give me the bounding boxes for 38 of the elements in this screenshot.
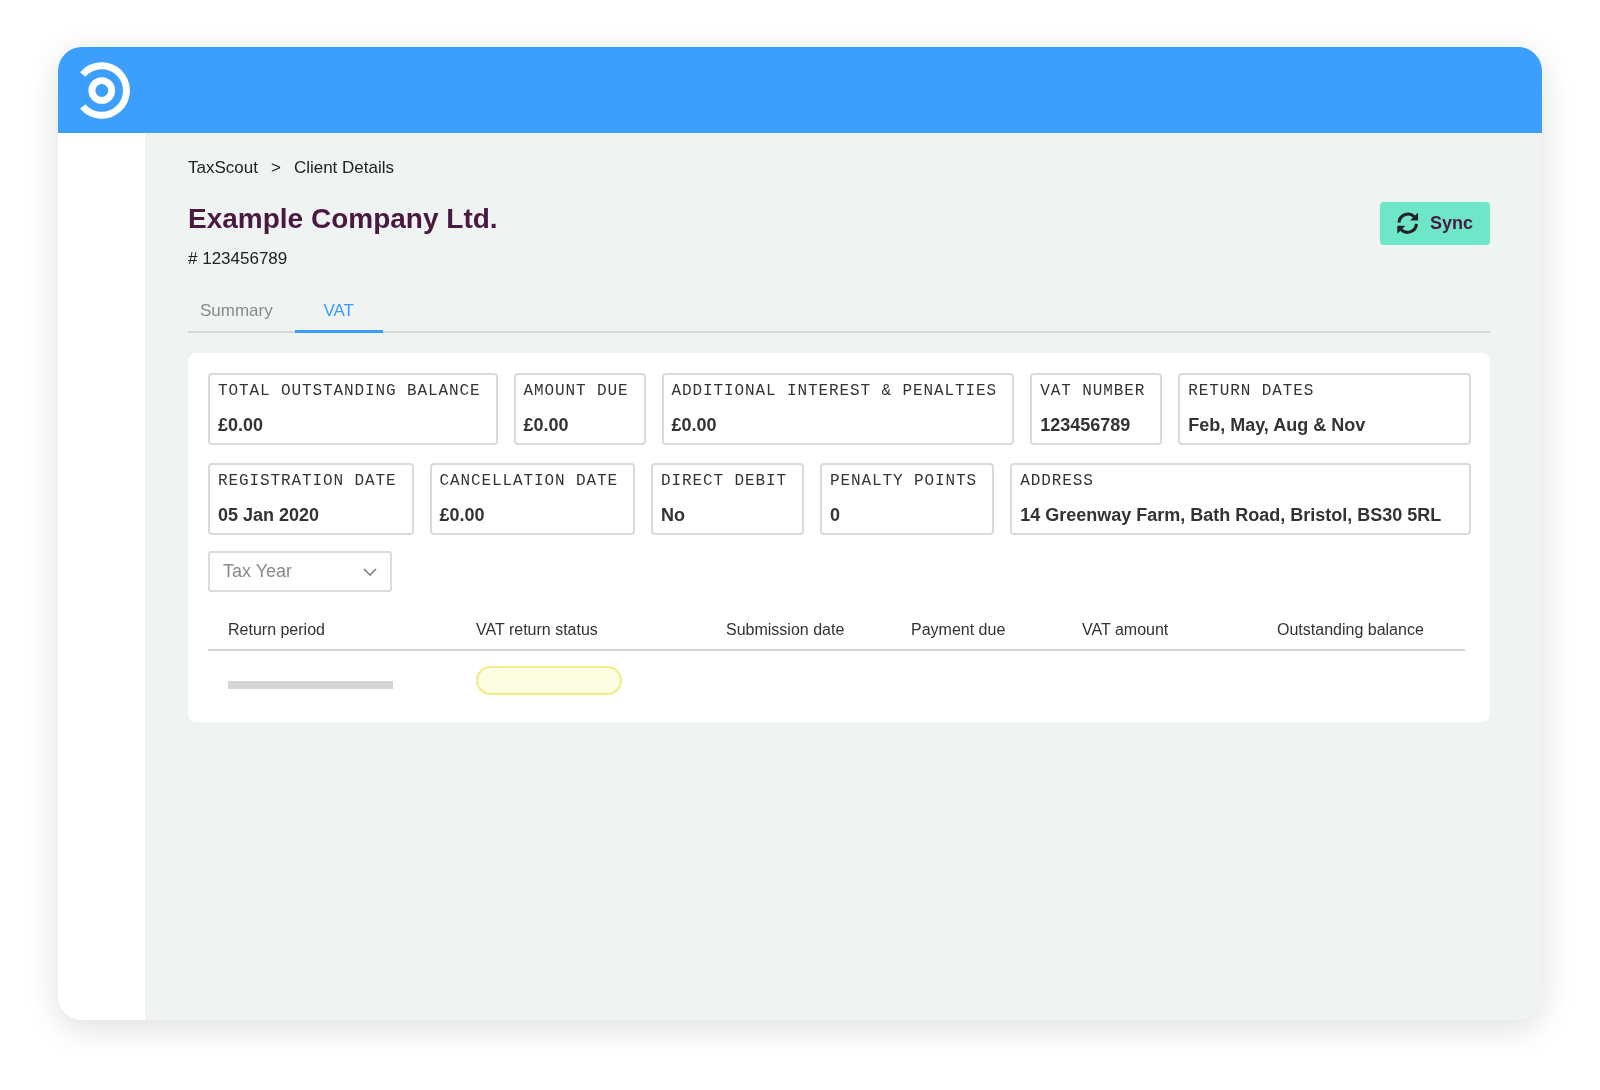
card-value: 123456789 [1040,414,1132,436]
card-value: Feb, May, Aug & Nov [1188,414,1367,436]
breadcrumb-link[interactable]: TaxScout [188,158,258,178]
card-label: DIRECT DEBIT [661,472,788,490]
tax-year-dropdown[interactable]: Tax Year [208,551,392,592]
company-number: # 123456789 [188,249,288,269]
card-label: ADDRESS [1020,472,1095,490]
breadcrumb-separator: > [270,158,281,178]
sync-icon [1397,212,1419,235]
column-header: Return period [228,621,325,638]
card-label: REGISTRATION DATE [218,472,397,490]
column-header: Payment due [911,621,1006,638]
card-value: No [661,504,687,526]
logo-icon [80,61,130,119]
column-header: Submission date [726,621,845,638]
card-label: AMOUNT DUE [523,382,629,400]
card-label: CANCELLATION DATE [439,472,619,490]
card-label: PENALTY POINTS [830,472,978,490]
card-label: TOTAL OUTSTANDING BALANCE [218,382,481,400]
card-value: £0.00 [671,414,718,436]
column-header: Outstanding balance [1277,621,1424,638]
breadcrumb-current: Client Details [293,158,395,178]
column-header: VAT return status [476,621,598,638]
tab[interactable]: Summary [188,292,285,333]
chevron-down-icon [363,567,377,576]
card-value: £0.00 [439,504,486,526]
card-value: 14 Greenway Farm, Bath Road, Bristol, BS30 5RL [1020,504,1443,526]
card-label: ADDITIONAL INTEREST & PENALTIES [671,382,998,400]
card-value: 05 Jan 2020 [218,504,321,526]
card-label: RETURN DATES [1188,382,1316,400]
column-header: VAT amount [1082,621,1169,638]
card-value: £0.00 [523,414,570,436]
company-name: Example Company Ltd. [188,202,498,236]
tab[interactable]: VAT [294,292,383,333]
card-value: 0 [830,504,842,526]
card-label: VAT NUMBER [1040,382,1146,400]
sync-button[interactable]: Sync [1380,202,1490,245]
card-value: £0.00 [218,414,265,436]
